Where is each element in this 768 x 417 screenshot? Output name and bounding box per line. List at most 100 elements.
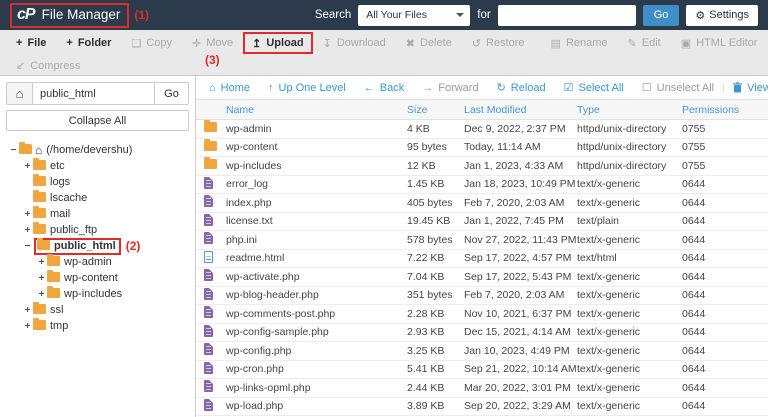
path-go-button[interactable]: Go: [155, 82, 189, 105]
folder-icon: [47, 269, 60, 285]
tree-item-ssl[interactable]: + ssl: [2, 301, 193, 318]
toolbar-delete-button[interactable]: ✖ Delete: [396, 32, 462, 54]
content-area: ⌂ Go Collapse All −⌂(/home/devershu)+etc…: [0, 76, 768, 417]
toolbar-compress-button[interactable]: ↙ Compress: [6, 55, 90, 77]
file-row[interactable]: readme.html 7.22 KB Sep 17, 2022, 4:57 PM t…: [196, 250, 768, 268]
file-row[interactable]: wp-config-sample.php 2.93 KB Dec 15, 2021,…: [196, 324, 768, 342]
search-label: Search: [314, 9, 352, 21]
download-icon: ↧: [322, 37, 332, 50]
file-type: text/x-generic: [577, 233, 641, 246]
tree-item-logs[interactable]: logs: [2, 173, 193, 190]
file-name: wp-comments-post.php: [226, 307, 336, 320]
expand-expander-icon[interactable]: +: [36, 289, 47, 300]
file-row[interactable]: wp-includes 12 KB Jan 1, 2023, 4:33 AM http…: [196, 157, 768, 176]
column-header-name[interactable]: Name: [204, 104, 407, 116]
file-row[interactable]: wp-content 95 bytes Today, 11:14 AM httpd/u…: [196, 138, 768, 157]
file-permissions: 0644: [682, 252, 706, 265]
toolbar-copy-button[interactable]: ❏ Copy: [121, 32, 182, 54]
path-input[interactable]: [33, 82, 155, 105]
toolbar-restore-button[interactable]: ↺ Restore: [462, 32, 535, 54]
expand-expander-icon[interactable]: +: [36, 273, 47, 284]
tree-item-etc[interactable]: + etc: [2, 157, 193, 174]
expand-expander-icon[interactable]: +: [22, 305, 33, 316]
collapse-expander-icon[interactable]: −: [8, 145, 19, 156]
toolbar-upload-button[interactable]: ↥ Upload: [243, 32, 313, 54]
toolbar-file-button[interactable]: + File: [6, 32, 56, 54]
file-size: 1.45 KB: [407, 178, 445, 191]
file-row[interactable]: error_log 1.45 KB Jan 18, 2023, 10:49 PM te…: [196, 176, 768, 194]
file-row[interactable]: wp-comments-post.php 2.28 KB Nov 10, 2021,…: [196, 305, 768, 324]
column-header-last-modified[interactable]: Last Modified: [464, 104, 577, 116]
file-row[interactable]: license.txt 19.45 KB Jan 1, 2022, 7:45 PM t…: [196, 213, 768, 231]
expand-expander-icon[interactable]: +: [22, 321, 33, 332]
collapse-expander-icon[interactable]: −: [22, 241, 33, 252]
file-row[interactable]: php.ini 578 bytes Nov 27, 2022, 11:43 PM te…: [196, 231, 768, 250]
tree-item-mail[interactable]: + mail: [2, 205, 193, 222]
file-icon: [204, 195, 213, 210]
collapse-all-button[interactable]: Collapse All: [6, 110, 189, 131]
home-button[interactable]: ⌂: [6, 82, 33, 105]
search-input[interactable]: [497, 4, 636, 26]
toolbar-row-2: ↙ Compress: [0, 56, 768, 75]
tree-item-wp-admin[interactable]: + wp-admin: [2, 253, 193, 270]
column-header-type[interactable]: Type: [577, 104, 682, 116]
file-size: 3.25 KB: [407, 344, 445, 357]
toolbar-folder-button[interactable]: + Folder: [56, 32, 121, 54]
nav-select-all-button[interactable]: ☑ Select All: [555, 81, 633, 95]
folder-icon: [33, 157, 46, 173]
file-size: 405 bytes: [407, 196, 453, 209]
tree-item-wp-includes[interactable]: + wp-includes: [2, 285, 193, 302]
file-row[interactable]: wp-admin 4 KB Dec 9, 2022, 2:37 PM httpd/un…: [196, 120, 768, 139]
nav-up-one-level-button[interactable]: ↑ Up One Level: [259, 82, 355, 94]
nav-unselect-all-button[interactable]: ☐ Unselect All: [633, 81, 723, 95]
file-type-icon-cell: [204, 287, 226, 303]
tree-item-wp-content[interactable]: + wp-content: [2, 269, 193, 286]
file-type-icon-cell: [204, 120, 226, 135]
file-row[interactable]: wp-config.php 3.25 KB Jan 10, 2023, 4:49 P…: [196, 342, 768, 361]
file-icon: [204, 232, 213, 247]
file-permissions: 0644: [682, 344, 706, 357]
settings-button[interactable]: ⚙ Settings: [686, 4, 758, 26]
nav-forward-button[interactable]: → Forward: [413, 82, 487, 94]
column-header-permissions[interactable]: Permissions: [682, 104, 760, 116]
column-header-size[interactable]: Size: [407, 104, 464, 116]
restore-icon: ↺: [471, 37, 482, 50]
expand-expander-icon[interactable]: +: [22, 209, 33, 220]
toolbar-download-button[interactable]: ↧ Download: [313, 32, 396, 54]
file-name: wp-config.php: [226, 344, 292, 357]
file-name: wp-config-sample.php: [226, 326, 329, 339]
toolbar-row-1: + File + Folder ❏ Copy ✛ Move ↥ Upload ↧ Download ✖ D…: [0, 30, 768, 56]
search-for-label: for: [477, 9, 491, 21]
tree-item-tmp[interactable]: + tmp: [2, 317, 193, 334]
file-last-modified: Jan 18, 2023, 10:49 PM: [464, 178, 576, 191]
tree-item-public_html[interactable]: − public_html (2): [2, 237, 193, 255]
file-row[interactable]: index.php 405 bytes Feb 7, 2020, 2:03 AM te…: [196, 194, 768, 213]
toolbar-move-button[interactable]: ✛ Move: [182, 32, 243, 54]
file-row[interactable]: wp-blog-header.php 351 bytes Feb 7, 2020, …: [196, 287, 768, 305]
expand-expander-icon[interactable]: +: [36, 257, 47, 268]
toolbar-restore-label: Restore: [486, 37, 525, 49]
nav-view-trash-button[interactable]: View Trash: [723, 81, 768, 94]
cpanel-logo: cP: [17, 5, 36, 23]
file-name: error_log: [226, 178, 269, 191]
toolbar-html-editor-button[interactable]: ▣ HTML Editor: [671, 32, 768, 54]
nav-reload-button[interactable]: ↻ Reload: [488, 81, 555, 95]
file-row[interactable]: wp-activate.php 7.04 KB Sep 17, 2022, 5:43…: [196, 268, 768, 287]
tree-item-homedevershu[interactable]: − ⌂ (/home/devershu): [2, 141, 193, 158]
nav-home-button[interactable]: ⌂ Home: [200, 82, 259, 94]
toolbar-rename-button[interactable]: ▤ Rename: [541, 32, 618, 54]
search-go-button[interactable]: Go: [642, 4, 680, 26]
file-row[interactable]: wp-links-opml.php 2.44 KB Mar 20, 2022, 3:…: [196, 379, 768, 398]
tree-item-public_ftp[interactable]: + public_ftp: [2, 221, 193, 238]
file-type-icon-cell: [204, 157, 226, 172]
folder-icon: [204, 120, 217, 135]
tree-item-lscache[interactable]: lscache: [2, 189, 193, 206]
expand-expander-icon[interactable]: +: [22, 161, 33, 172]
nav-back-button[interactable]: ← Back: [355, 82, 413, 94]
file-row[interactable]: wp-load.php 3.89 KB Sep 20, 2022, 3:29 AM t…: [196, 398, 768, 416]
search-scope-select[interactable]: All Your Files: [358, 4, 471, 26]
toolbar-edit-button[interactable]: ✎ Edit: [618, 32, 671, 54]
file-last-modified: Nov 27, 2022, 11:43 PM: [464, 233, 577, 246]
file-row[interactable]: wp-cron.php 5.41 KB Sep 21, 2022, 10:14 AM…: [196, 361, 768, 379]
expand-expander-icon[interactable]: +: [22, 225, 33, 236]
